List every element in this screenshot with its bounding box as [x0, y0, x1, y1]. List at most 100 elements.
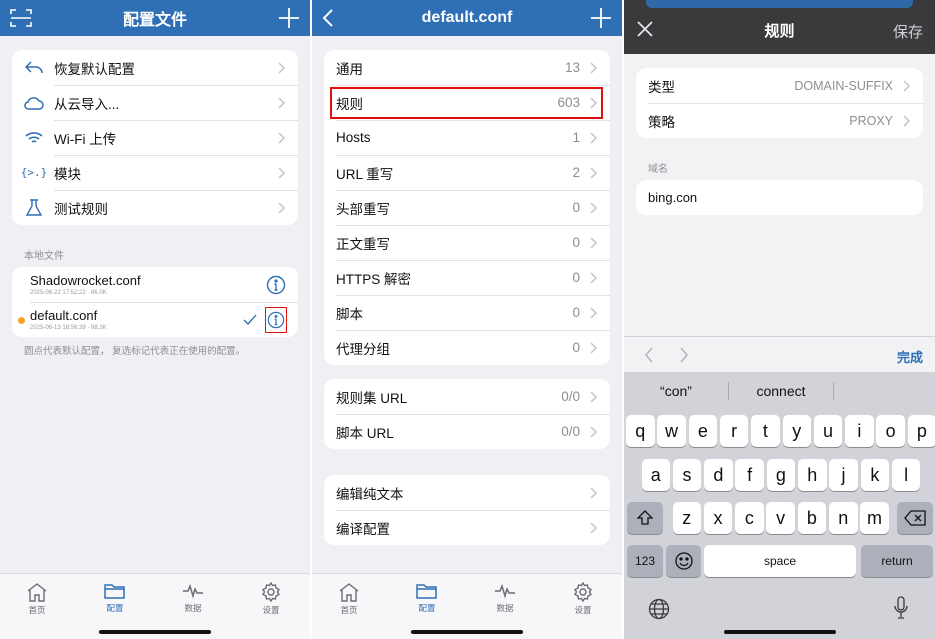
space-key[interactable]: space	[704, 545, 856, 577]
checkmark-icon	[243, 314, 257, 325]
domain-input[interactable]: bing.con	[636, 180, 923, 215]
section-row-script[interactable]: 脚本 0	[324, 295, 610, 330]
key-b[interactable]: b	[797, 502, 827, 534]
section-row-body-rewrite[interactable]: 正文重写 0	[324, 225, 610, 260]
section-row-proxy-group[interactable]: 代理分组 0	[324, 330, 610, 365]
page-title: 配置文件	[122, 12, 187, 29]
file-meta: 2025-08-22 17:52:22 · 86.0K	[30, 290, 107, 296]
file-row-default[interactable]: default.conf 2025-06-13 18:56:39 · 98.3K	[12, 302, 298, 337]
add-button[interactable]	[590, 0, 612, 36]
row-count: 2	[572, 165, 580, 180]
prev-field-icon[interactable]	[644, 347, 654, 363]
section-row-header-rewrite[interactable]: 头部重写 0	[324, 190, 610, 225]
type-row[interactable]: 类型 DOMAIN-SUFFIX	[636, 68, 923, 103]
module-icon: {>.}	[20, 166, 48, 179]
key-u[interactable]: u	[813, 415, 843, 447]
microphone-icon[interactable]	[893, 596, 909, 620]
key-l[interactable]: l	[891, 459, 921, 491]
section-row-general[interactable]: 通用 13	[324, 50, 610, 85]
key-c[interactable]: c	[735, 502, 764, 534]
key-q[interactable]: q	[626, 415, 655, 447]
add-button[interactable]	[278, 0, 300, 36]
save-button[interactable]: 保存	[893, 21, 923, 42]
key-f[interactable]: f	[735, 459, 764, 491]
tab-data[interactable]: 数据	[173, 582, 213, 614]
key-d[interactable]: d	[704, 459, 733, 491]
url-group: 规则集 URL 0/0 脚本 URL 0/0	[324, 379, 610, 449]
tab-config[interactable]: 配置	[407, 582, 447, 614]
file-name: Shadowrocket.conf	[30, 273, 141, 288]
done-button[interactable]: 完成	[897, 347, 923, 366]
section-row-url-rewrite[interactable]: URL 重写 2	[324, 155, 610, 190]
local-files-group: Shadowrocket.conf 2025-08-22 17:52:22 · …	[12, 267, 298, 337]
chevron-right-icon	[590, 390, 598, 403]
cloud-icon	[24, 93, 44, 113]
row-count: 0/0	[561, 424, 580, 439]
key-g[interactable]: g	[766, 459, 796, 491]
key-w[interactable]: w	[657, 415, 686, 447]
tab-config[interactable]: 配置	[95, 582, 135, 614]
activity-icon	[495, 583, 515, 599]
shift-key[interactable]	[627, 502, 663, 534]
back-button[interactable]	[322, 0, 334, 36]
section-row-hosts[interactable]: Hosts 1	[324, 120, 610, 155]
key-y[interactable]: y	[782, 415, 811, 447]
backspace-icon	[904, 510, 926, 526]
tab-settings[interactable]: 设置	[563, 582, 603, 616]
key-v[interactable]: v	[766, 502, 795, 534]
chevron-right-icon	[590, 131, 598, 144]
key-j[interactable]: j	[829, 459, 858, 491]
info-icon[interactable]	[266, 275, 286, 295]
tab-data[interactable]: 数据	[485, 582, 525, 614]
tab-home[interactable]: 首页	[329, 582, 369, 616]
key-s[interactable]: s	[672, 459, 702, 491]
section-row-ruleset-url[interactable]: 规则集 URL 0/0	[324, 379, 610, 414]
section-row-rules[interactable]: 规则 603	[324, 85, 610, 120]
tab-settings[interactable]: 设置	[251, 582, 291, 616]
scan-button[interactable]	[10, 0, 32, 36]
key-h[interactable]: h	[798, 459, 827, 491]
key-z[interactable]: z	[672, 502, 701, 534]
home-indicator	[99, 630, 211, 634]
numbers-key[interactable]: 123	[627, 545, 663, 577]
gear-icon	[262, 582, 280, 602]
module-row[interactable]: {>.} 模块	[12, 155, 298, 190]
tab-label: 配置	[418, 603, 436, 613]
key-t[interactable]: t	[751, 415, 780, 447]
policy-row[interactable]: 策略 PROXY	[636, 103, 923, 138]
key-e[interactable]: e	[688, 415, 718, 447]
tab-bar: 首页 配置 数据 设置	[312, 573, 622, 639]
return-key[interactable]: return	[861, 545, 933, 577]
chevron-right-icon	[590, 425, 598, 438]
key-n[interactable]: n	[829, 502, 858, 534]
emoji-key[interactable]	[666, 545, 701, 577]
tab-home[interactable]: 首页	[17, 582, 57, 616]
suggestion-item[interactable]: connect	[729, 383, 833, 399]
section-row-script-url[interactable]: 脚本 URL 0/0	[324, 414, 610, 449]
next-field-icon[interactable]	[679, 347, 689, 363]
file-row-shadowrocket[interactable]: Shadowrocket.conf 2025-08-22 17:52:22 · …	[12, 267, 298, 302]
backspace-key[interactable]	[897, 502, 933, 534]
key-p[interactable]: p	[907, 415, 935, 447]
folder-icon	[104, 584, 125, 599]
compile-config-row[interactable]: 编译配置	[324, 510, 610, 545]
key-i[interactable]: i	[845, 415, 874, 447]
globe-icon[interactable]	[648, 598, 670, 620]
wifi-upload-row[interactable]: Wi-Fi 上传	[12, 120, 298, 155]
key-m[interactable]: m	[860, 502, 889, 534]
suggestion-item[interactable]: “con”	[624, 383, 728, 399]
test-rules-row[interactable]: 测试规则	[12, 190, 298, 225]
restore-default-row[interactable]: 恢复默认配置	[12, 50, 298, 85]
key-r[interactable]: r	[719, 415, 749, 447]
edit-plain-text-row[interactable]: 编辑纯文本	[324, 475, 610, 510]
key-o[interactable]: o	[876, 415, 905, 447]
key-a[interactable]: a	[641, 459, 670, 491]
wifi-icon	[24, 128, 44, 148]
section-row-https-decrypt[interactable]: HTTPS 解密 0	[324, 260, 610, 295]
undo-icon	[24, 58, 44, 78]
row-label: HTTPS 解密	[336, 271, 412, 287]
key-k[interactable]: k	[860, 459, 890, 491]
key-x[interactable]: x	[703, 502, 733, 534]
info-highlight-box[interactable]	[265, 306, 287, 333]
import-cloud-row[interactable]: 从云导入...	[12, 85, 298, 120]
